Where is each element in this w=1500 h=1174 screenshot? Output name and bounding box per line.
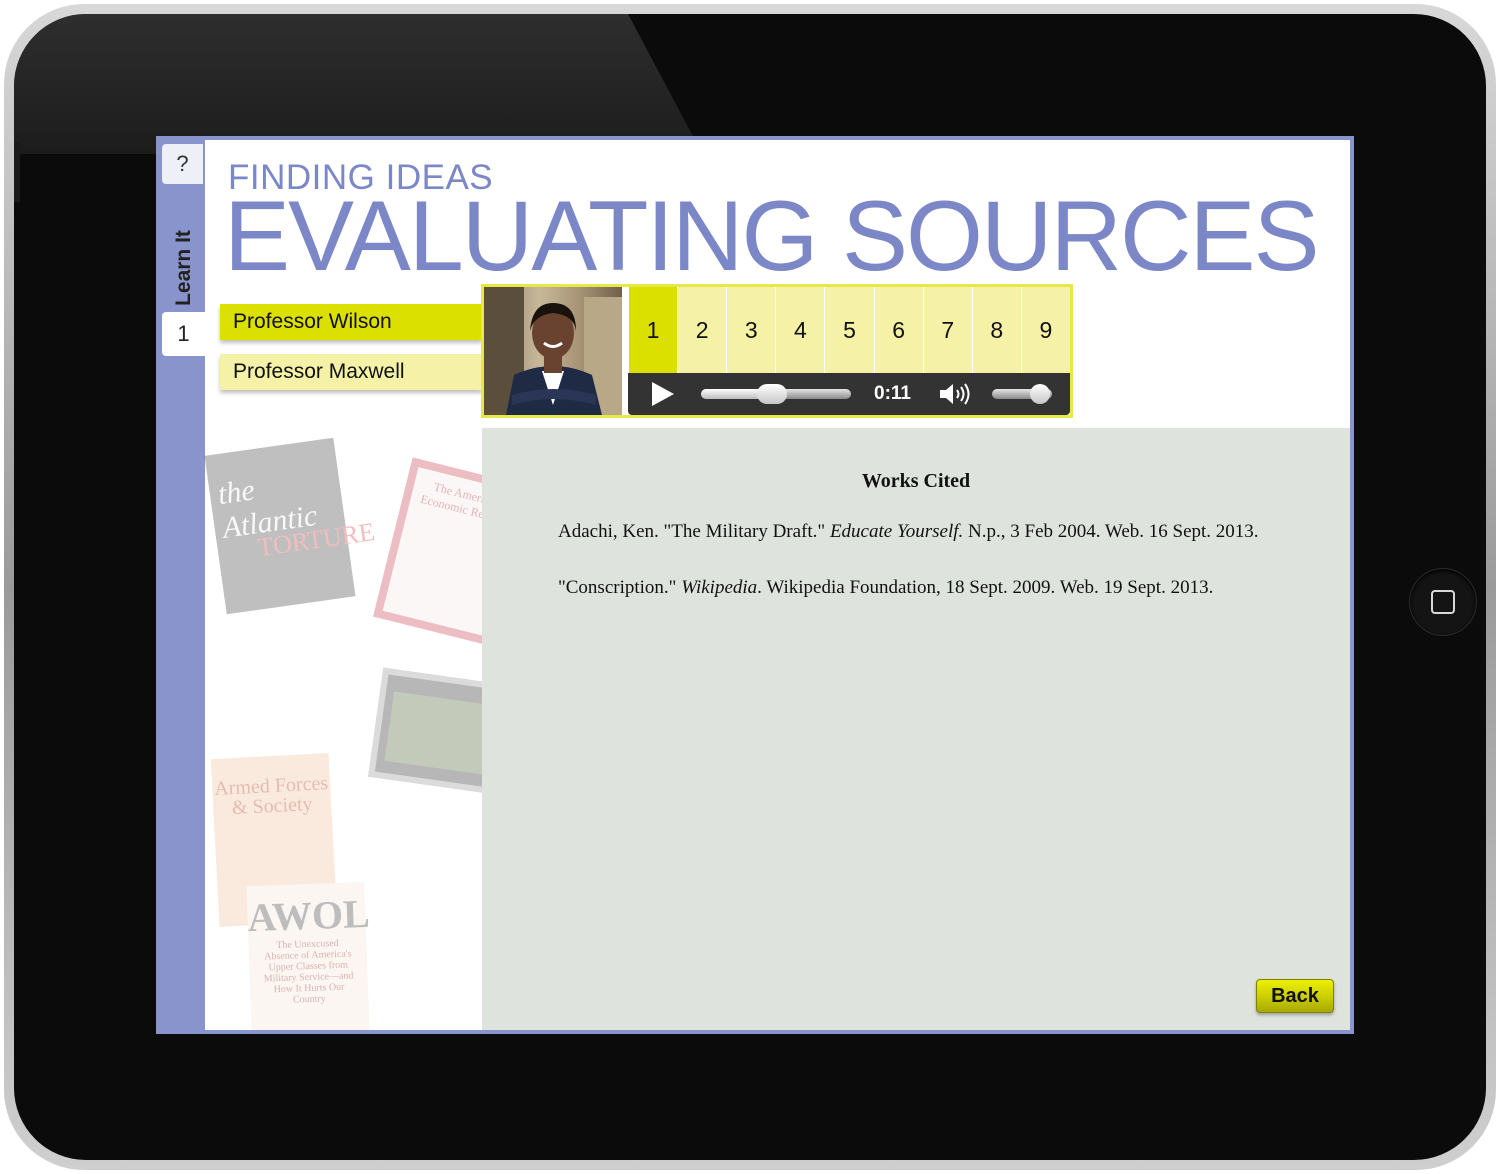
video-player: 1 2 3 4 5 6 7 8 9 0:11 — [481, 284, 1073, 418]
elapsed-time: 0:11 — [874, 383, 911, 404]
chapter-5[interactable]: 5 — [824, 287, 874, 373]
book-awol: AWOL The Unexcused Absence of America's … — [246, 881, 371, 1034]
magazine-collage: the Atlantic TORTURE The American Econom… — [204, 426, 538, 1034]
citation-text: Adachi, Ken. "The Military Draft." — [558, 521, 830, 542]
professor-portrait — [484, 287, 622, 415]
chapter-3[interactable]: 3 — [726, 287, 776, 373]
citation-source: Wikipedia — [681, 577, 758, 598]
chapter-6[interactable]: 6 — [873, 287, 923, 373]
page-tab-1[interactable]: 1 — [162, 312, 205, 356]
chapter-9[interactable]: 9 — [1020, 287, 1070, 373]
play-icon[interactable] — [652, 382, 674, 406]
chapter-selector: 1 2 3 4 5 6 7 8 9 — [628, 287, 1070, 373]
volume-icon[interactable] — [938, 382, 974, 406]
player-controls: 0:11 — [628, 373, 1070, 415]
citation-details: . Wikipedia Foundation, 18 Sept. 2009. W… — [757, 577, 1214, 598]
professor-maxwell-button[interactable]: Professor Maxwell — [220, 354, 482, 390]
works-cited-heading: Works Cited — [861, 470, 971, 492]
module-title: EVALUATING SOURCES — [224, 180, 1320, 291]
seek-handle[interactable] — [756, 384, 787, 404]
chapter-1[interactable]: 1 — [628, 287, 678, 373]
chapter-8[interactable]: 8 — [971, 287, 1021, 373]
professor-portrait-illustration — [484, 287, 622, 415]
side-button — [14, 142, 20, 202]
back-button[interactable]: Back — [1256, 979, 1334, 1013]
bezel-gloss — [14, 14, 714, 154]
home-button-icon — [1431, 590, 1455, 614]
app-screen: ? Learn It 1 FINDING IDEAS EVALUATING SO… — [156, 136, 1354, 1034]
chapter-7[interactable]: 7 — [922, 287, 972, 373]
citation-entry: "Conscription." Wikipedia. Wikipedia Fou… — [558, 577, 1310, 598]
chapter-2[interactable]: 2 — [677, 287, 727, 373]
seek-slider[interactable] — [701, 384, 851, 404]
help-tab[interactable]: ? — [162, 144, 203, 184]
learn-it-label: Learn It — [172, 230, 196, 306]
home-button[interactable] — [1409, 568, 1477, 636]
magazine-atlantic: the Atlantic TORTURE — [204, 437, 377, 615]
volume-slider[interactable] — [992, 384, 1052, 404]
book-awol-title: AWOL — [246, 890, 371, 941]
chapter-4[interactable]: 4 — [775, 287, 825, 373]
citation-text: "Conscription." — [558, 577, 682, 598]
professor-wilson-button[interactable]: Professor Wilson — [220, 304, 482, 340]
journal-armed-forces-title: Armed Forces & Society — [213, 772, 329, 820]
citation-entry: Adachi, Ken. "The Military Draft." Educa… — [558, 521, 1310, 542]
works-cited-panel: Works Cited Adachi, Ken. "The Military D… — [482, 428, 1350, 1030]
learn-it-tab[interactable]: Learn It — [166, 228, 202, 308]
citation-details: N.p., 3 Feb 2004. Web. 16 Sept. 2013. — [963, 521, 1259, 542]
citation-source: Educate Yourself. — [829, 521, 964, 542]
book-awol-subtitle: The Unexcused Absence of America's Upper… — [263, 937, 354, 1006]
volume-handle[interactable] — [1030, 384, 1050, 404]
